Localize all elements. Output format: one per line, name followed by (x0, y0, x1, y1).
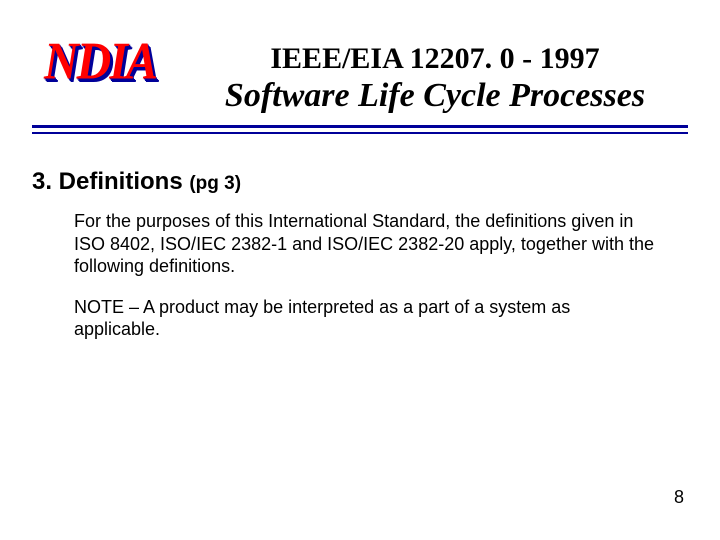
title-line-1: IEEE/EIA 12207. 0 - 1997 (190, 42, 680, 75)
section-heading-page: (pg 3) (189, 173, 241, 194)
body-paragraph-1: For the purposes of this International S… (74, 210, 660, 278)
divider-top-thin (32, 132, 688, 134)
section-heading-main: 3. Definitions (32, 168, 189, 195)
divider-top-thick (32, 125, 688, 128)
body-paragraph-2: NOTE – A product may be interpreted as a… (74, 296, 660, 341)
title-block: IEEE/EIA 12207. 0 - 1997 Software Life C… (190, 42, 680, 114)
section-heading: 3. Definitions (pg 3) (32, 168, 241, 196)
body-text: For the purposes of this International S… (74, 210, 660, 359)
title-line-2: Software Life Cycle Processes (190, 77, 680, 114)
page-number: 8 (674, 487, 684, 508)
ndia-logo: NDIA (44, 31, 156, 92)
slide: NDIA IEEE/EIA 12207. 0 - 1997 Software L… (0, 0, 720, 540)
